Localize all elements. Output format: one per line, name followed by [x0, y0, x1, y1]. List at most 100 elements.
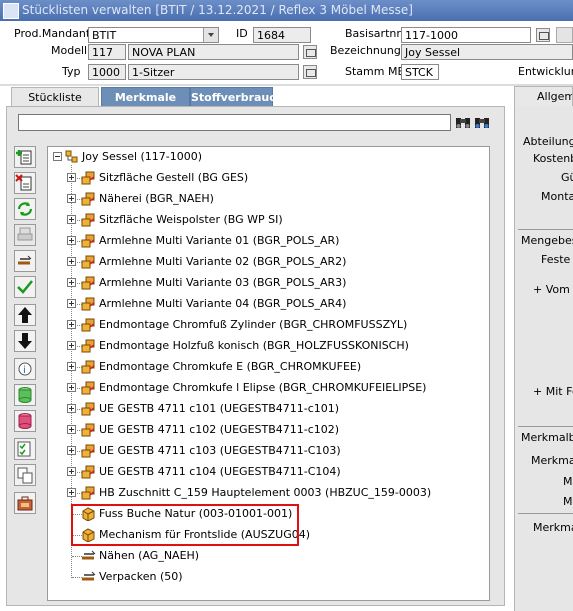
refresh-icon[interactable] — [14, 198, 36, 220]
stamm-me-field[interactable]: STCK — [401, 64, 439, 80]
tree-item-label: UE GESTB 4711 c104 (UEGESTB4711-C104) — [99, 465, 341, 478]
expand-icon[interactable] — [67, 341, 76, 350]
checklist-icon[interactable] — [14, 438, 36, 460]
tree-item-label: Armlehne Multi Variante 03 (BGR_POLS_AR3… — [99, 276, 347, 289]
tree-item-label: Armlehne Multi Variante 02 (BGR_POLS_AR2… — [99, 255, 347, 268]
group-icon — [81, 360, 95, 374]
typ-code-field: 1000 — [88, 64, 126, 80]
search-icon[interactable] — [455, 113, 471, 131]
group-icon — [81, 213, 95, 227]
tree-item-label: Sitzfläche Weispolster (BG WP SI) — [99, 213, 283, 226]
app-icon — [3, 3, 19, 19]
arrow-up-icon[interactable] — [14, 304, 36, 326]
tree-item-label: Armlehne Multi Variante 04 (BGR_POLS_AR4… — [99, 297, 347, 310]
copy-icon[interactable] — [14, 464, 36, 486]
vom-label: + Vom R — [533, 283, 573, 296]
prod-mandant-label: Prod.Mandant — [14, 27, 91, 40]
entwicklung-label: Entwicklung — [518, 65, 573, 78]
database-red-icon[interactable] — [14, 410, 36, 432]
expand-icon[interactable] — [67, 257, 76, 266]
print-icon[interactable] — [14, 224, 36, 246]
right-divider — [518, 229, 573, 230]
m-label-1: M — [563, 475, 573, 488]
tree-root-label: Joy Sessel (117-1000) — [82, 150, 203, 163]
assembly-icon — [65, 150, 79, 164]
tree-item-label: UE GESTB 4711 c102 (UEGESTB4711-c102) — [99, 423, 340, 436]
typ-label: Typ — [62, 65, 81, 78]
title-bar: Stücklisten verwalten [BTIT / 13.12.2021… — [0, 0, 573, 21]
tree-item-label: UE GESTB 4711 c103 (UEGESTB4711-C103) — [99, 444, 341, 457]
group-icon — [81, 423, 95, 437]
group-icon — [81, 234, 95, 248]
expand-icon[interactable] — [67, 215, 76, 224]
right-divider-2 — [518, 426, 573, 427]
stamm-me-label: Stamm ME — [345, 65, 405, 78]
group-icon — [81, 297, 95, 311]
side-button[interactable] — [556, 27, 573, 43]
search-next-icon[interactable] — [474, 113, 490, 131]
operation-icon — [81, 549, 96, 563]
delete-document-icon[interactable] — [14, 172, 36, 194]
bezeichnung-field[interactable]: Joy Sessel — [401, 44, 573, 60]
modell-lookup-icon[interactable] — [303, 45, 317, 59]
merkmal-label-2: Merkmal — [533, 521, 573, 534]
expand-icon[interactable] — [67, 236, 76, 245]
lookup-icon[interactable] — [536, 28, 550, 42]
tab-stueckliste[interactable]: Stückliste — [11, 87, 99, 107]
highlight-box — [71, 504, 299, 546]
expand-icon[interactable] — [67, 278, 76, 287]
mengebest-label: Mengebest — [521, 234, 573, 247]
expand-icon[interactable] — [67, 425, 76, 434]
basisartnr-label: Basisartnr — [345, 27, 401, 40]
group-icon — [81, 339, 95, 353]
expand-icon[interactable] — [67, 467, 76, 476]
id-label: ID — [236, 27, 248, 40]
expand-icon[interactable] — [67, 320, 76, 329]
tree-item-label: Endmontage Chromkufe l Elipse (BGR_CHROM… — [99, 381, 427, 394]
tree-item-label: Armlehne Multi Variante 01 (BGR_POLS_AR) — [99, 234, 340, 247]
basisartnr-field[interactable]: 117-1000 — [401, 27, 531, 43]
expand-icon[interactable] — [67, 362, 76, 371]
add-document-icon[interactable] — [14, 146, 36, 168]
expand-icon[interactable] — [67, 194, 76, 203]
expand-icon[interactable] — [67, 299, 76, 308]
group-icon — [81, 276, 95, 290]
toolbox-icon[interactable] — [14, 492, 36, 514]
expand-icon[interactable] — [67, 173, 76, 182]
merkmalbe-label: Merkmalbe — [521, 431, 573, 444]
edit-icon[interactable] — [14, 250, 36, 272]
database-green-icon[interactable] — [14, 384, 36, 406]
group-icon — [81, 192, 95, 206]
tree-item-label: Verpacken (50) — [99, 570, 183, 583]
prod-mandant-select[interactable]: BTIT — [88, 27, 219, 43]
check-icon[interactable] — [14, 276, 36, 298]
tab-stoffverbrauch[interactable]: Stoffverbrauch — [190, 87, 284, 107]
operation-icon — [81, 570, 96, 584]
expand-icon[interactable] — [67, 488, 76, 497]
modell-code-field: 117 — [88, 44, 126, 60]
arrow-down-icon[interactable] — [14, 330, 36, 352]
tab-merkmale[interactable]: Merkmale — [101, 87, 190, 107]
tree-item-label: Näherei (BGR_NAEH) — [99, 192, 214, 205]
tree-item-label: Endmontage Holzfuß konisch (BGR_HOLZFUSS… — [99, 339, 409, 352]
collapse-icon[interactable] — [53, 152, 62, 161]
prod-mandant-value: BTIT — [92, 29, 117, 42]
typ-lookup-icon[interactable] — [303, 65, 317, 79]
mit-for-label: + Mit For — [533, 385, 573, 398]
chevron-down-icon[interactable] — [203, 28, 218, 42]
modell-name-field: NOVA PLAN — [128, 44, 299, 60]
expand-icon[interactable] — [67, 383, 76, 392]
search-input[interactable] — [18, 114, 451, 131]
expand-icon[interactable] — [67, 404, 76, 413]
window-title: Stücklisten verwalten [BTIT / 13.12.2021… — [22, 3, 413, 17]
expand-icon[interactable] — [67, 446, 76, 455]
group-icon — [81, 465, 95, 479]
info-icon[interactable]: i — [14, 358, 36, 380]
abteilung-label: Abteilung — [523, 135, 573, 148]
tree-item-label: HB Zuschnitt C_159 Hauptelement 0003 (HB… — [99, 486, 432, 499]
group-icon — [81, 255, 95, 269]
header-divider — [0, 84, 573, 86]
montag-label: Montag — [541, 190, 573, 203]
header-form: Prod.Mandant BTIT ID 1684 Basisartnr 117… — [0, 21, 573, 84]
tab-allgemein[interactable]: Allgeme — [514, 86, 573, 106]
